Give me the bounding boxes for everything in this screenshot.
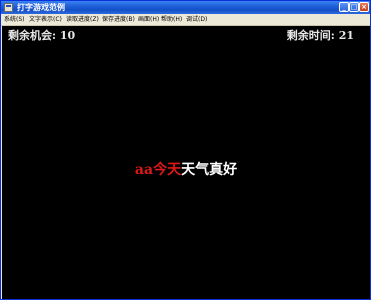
remaining-chances-value: 10: [59, 29, 76, 42]
menu-save-progress[interactable]: 保存进度(B): [102, 15, 135, 24]
app-icon[interactable]: [4, 3, 13, 12]
menu-debug[interactable]: 调试(D): [186, 15, 207, 24]
close-button[interactable]: ×: [359, 2, 369, 12]
window-title: 打字游戏范例: [17, 3, 65, 12]
maximize-button[interactable]: □: [349, 2, 359, 12]
menu-system[interactable]: 系统(S): [4, 15, 25, 24]
remaining-time-label: 剩余时间:: [286, 29, 335, 42]
remaining-chances: 剩余机会: 10: [8, 29, 75, 43]
menu-text-display[interactable]: 文字表示(C): [29, 15, 62, 24]
menu-screen[interactable]: 画面(H): [138, 15, 159, 24]
menu-help[interactable]: 帮助(H): [161, 15, 182, 24]
target-sentence: aa今天天气真好: [2, 161, 370, 179]
typed-text: aa今天: [134, 162, 182, 178]
remaining-text: 天气真好: [181, 162, 238, 178]
minimize-button[interactable]: _: [339, 2, 349, 12]
remaining-time: 剩余时间: 21: [287, 29, 354, 43]
title-bar[interactable]: 打字游戏范例 _ □ ×: [1, 1, 370, 14]
remaining-chances-label: 剩余机会:: [8, 29, 57, 42]
menu-bar: 系统(S) 文字表示(C) 读取进度(Z) 保存进度(B) 画面(H) 帮助(H…: [1, 14, 370, 26]
menu-load-progress[interactable]: 读取进度(Z): [66, 15, 99, 24]
remaining-time-value: 21: [338, 29, 354, 42]
app-window: 打字游戏范例 _ □ × 系统(S) 文字表示(C) 读取进度(Z) 保存进度(…: [0, 0, 371, 300]
game-canvas[interactable]: 剩余机会: 10 剩余时间: 21 aa今天天气真好: [2, 26, 370, 299]
